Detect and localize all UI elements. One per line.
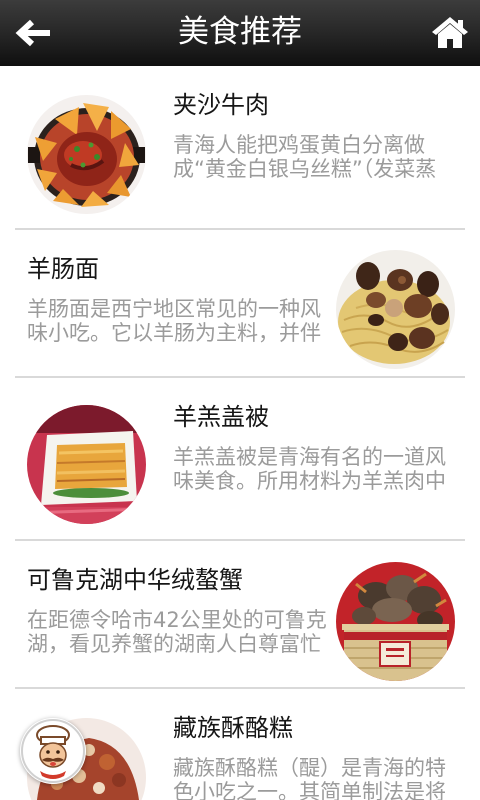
food-photo xyxy=(27,405,146,524)
food-photo xyxy=(27,95,146,214)
food-title: 夹沙牛肉 xyxy=(173,91,269,119)
food-description-line: 色小吃之一。其简单制法是将 xyxy=(173,780,446,800)
chef-avatar-icon xyxy=(21,719,85,783)
food-description-line: 羊羔盖被是青海有名的一道风 xyxy=(173,445,446,469)
food-description: 在距德令哈市42公里处的可鲁克 湖，看见养蟹的湖南人白尊富忙 xyxy=(27,608,332,656)
food-photo-image xyxy=(336,562,455,681)
food-description: 青海人能把鸡蛋黄白分离做 成“黄金白银乌丝糕”（发菜蒸 xyxy=(173,133,468,181)
food-title: 羊羔盖被 xyxy=(173,403,269,431)
back-button[interactable] xyxy=(6,12,60,54)
chef-avatar-button[interactable] xyxy=(20,718,86,784)
food-description: 羊羔盖被是青海有名的一道风 味美食。所用材料为羊羔肉中 xyxy=(173,445,468,493)
food-description: 藏族酥酪糕（醍）是青海的特 色小吃之一。其简单制法是将 xyxy=(173,756,468,800)
food-title: 可鲁克湖中华绒螯蟹 xyxy=(27,566,243,594)
home-button[interactable] xyxy=(424,11,476,55)
food-description-line: 藏族酥酪糕（醍）是青海的特 xyxy=(173,756,446,780)
page-title: 美食推荐 xyxy=(178,14,302,50)
food-list: 夹沙牛肉 青海人能把鸡蛋黄白分离做 成“黄金白银乌丝糕”（发菜蒸 羊肠面 羊肠面… xyxy=(0,66,480,800)
home-icon xyxy=(432,17,468,48)
food-photo-image xyxy=(27,405,146,524)
food-item[interactable]: 夹沙牛肉 青海人能把鸡蛋黄白分离做 成“黄金白银乌丝糕”（发菜蒸 xyxy=(0,66,480,230)
food-description: 羊肠面是西宁地区常见的一种风 味小吃。它以羊肠为主料，并伴 xyxy=(27,297,332,345)
food-title: 羊肠面 xyxy=(27,255,99,283)
food-photo-image xyxy=(336,250,455,369)
food-item[interactable]: 可鲁克湖中华绒螯蟹 在距德令哈市42公里处的可鲁克 湖，看见养蟹的湖南人白尊富忙 xyxy=(0,541,480,689)
food-description-line: 羊肠面是西宁地区常见的一种风 xyxy=(27,297,321,321)
food-photo-image xyxy=(27,95,146,214)
food-title: 藏族酥酪糕 xyxy=(173,714,293,742)
food-description-line: 青海人能把鸡蛋黄白分离做 xyxy=(173,133,425,157)
food-description-line: 味美食。所用材料为羊羔肉中 xyxy=(173,469,446,493)
food-item[interactable]: 羊羔盖被 羊羔盖被是青海有名的一道风 味美食。所用材料为羊羔肉中 xyxy=(0,378,480,541)
food-photo xyxy=(336,562,455,681)
food-description-line: 湖，看见养蟹的湖南人白尊富忙 xyxy=(27,632,321,656)
food-item[interactable]: 羊肠面 羊肠面是西宁地区常见的一种风 味小吃。它以羊肠为主料，并伴 xyxy=(0,230,480,378)
food-description-line: 成“黄金白银乌丝糕”（发菜蒸 xyxy=(173,157,437,181)
food-photo xyxy=(336,250,455,369)
food-description-line: 在距德令哈市42公里处的可鲁克 xyxy=(27,608,327,632)
food-description-line: 味小吃。它以羊肠为主料，并伴 xyxy=(27,321,321,345)
top-bar: 美食推荐 xyxy=(0,0,480,66)
back-arrow-icon xyxy=(15,19,50,47)
